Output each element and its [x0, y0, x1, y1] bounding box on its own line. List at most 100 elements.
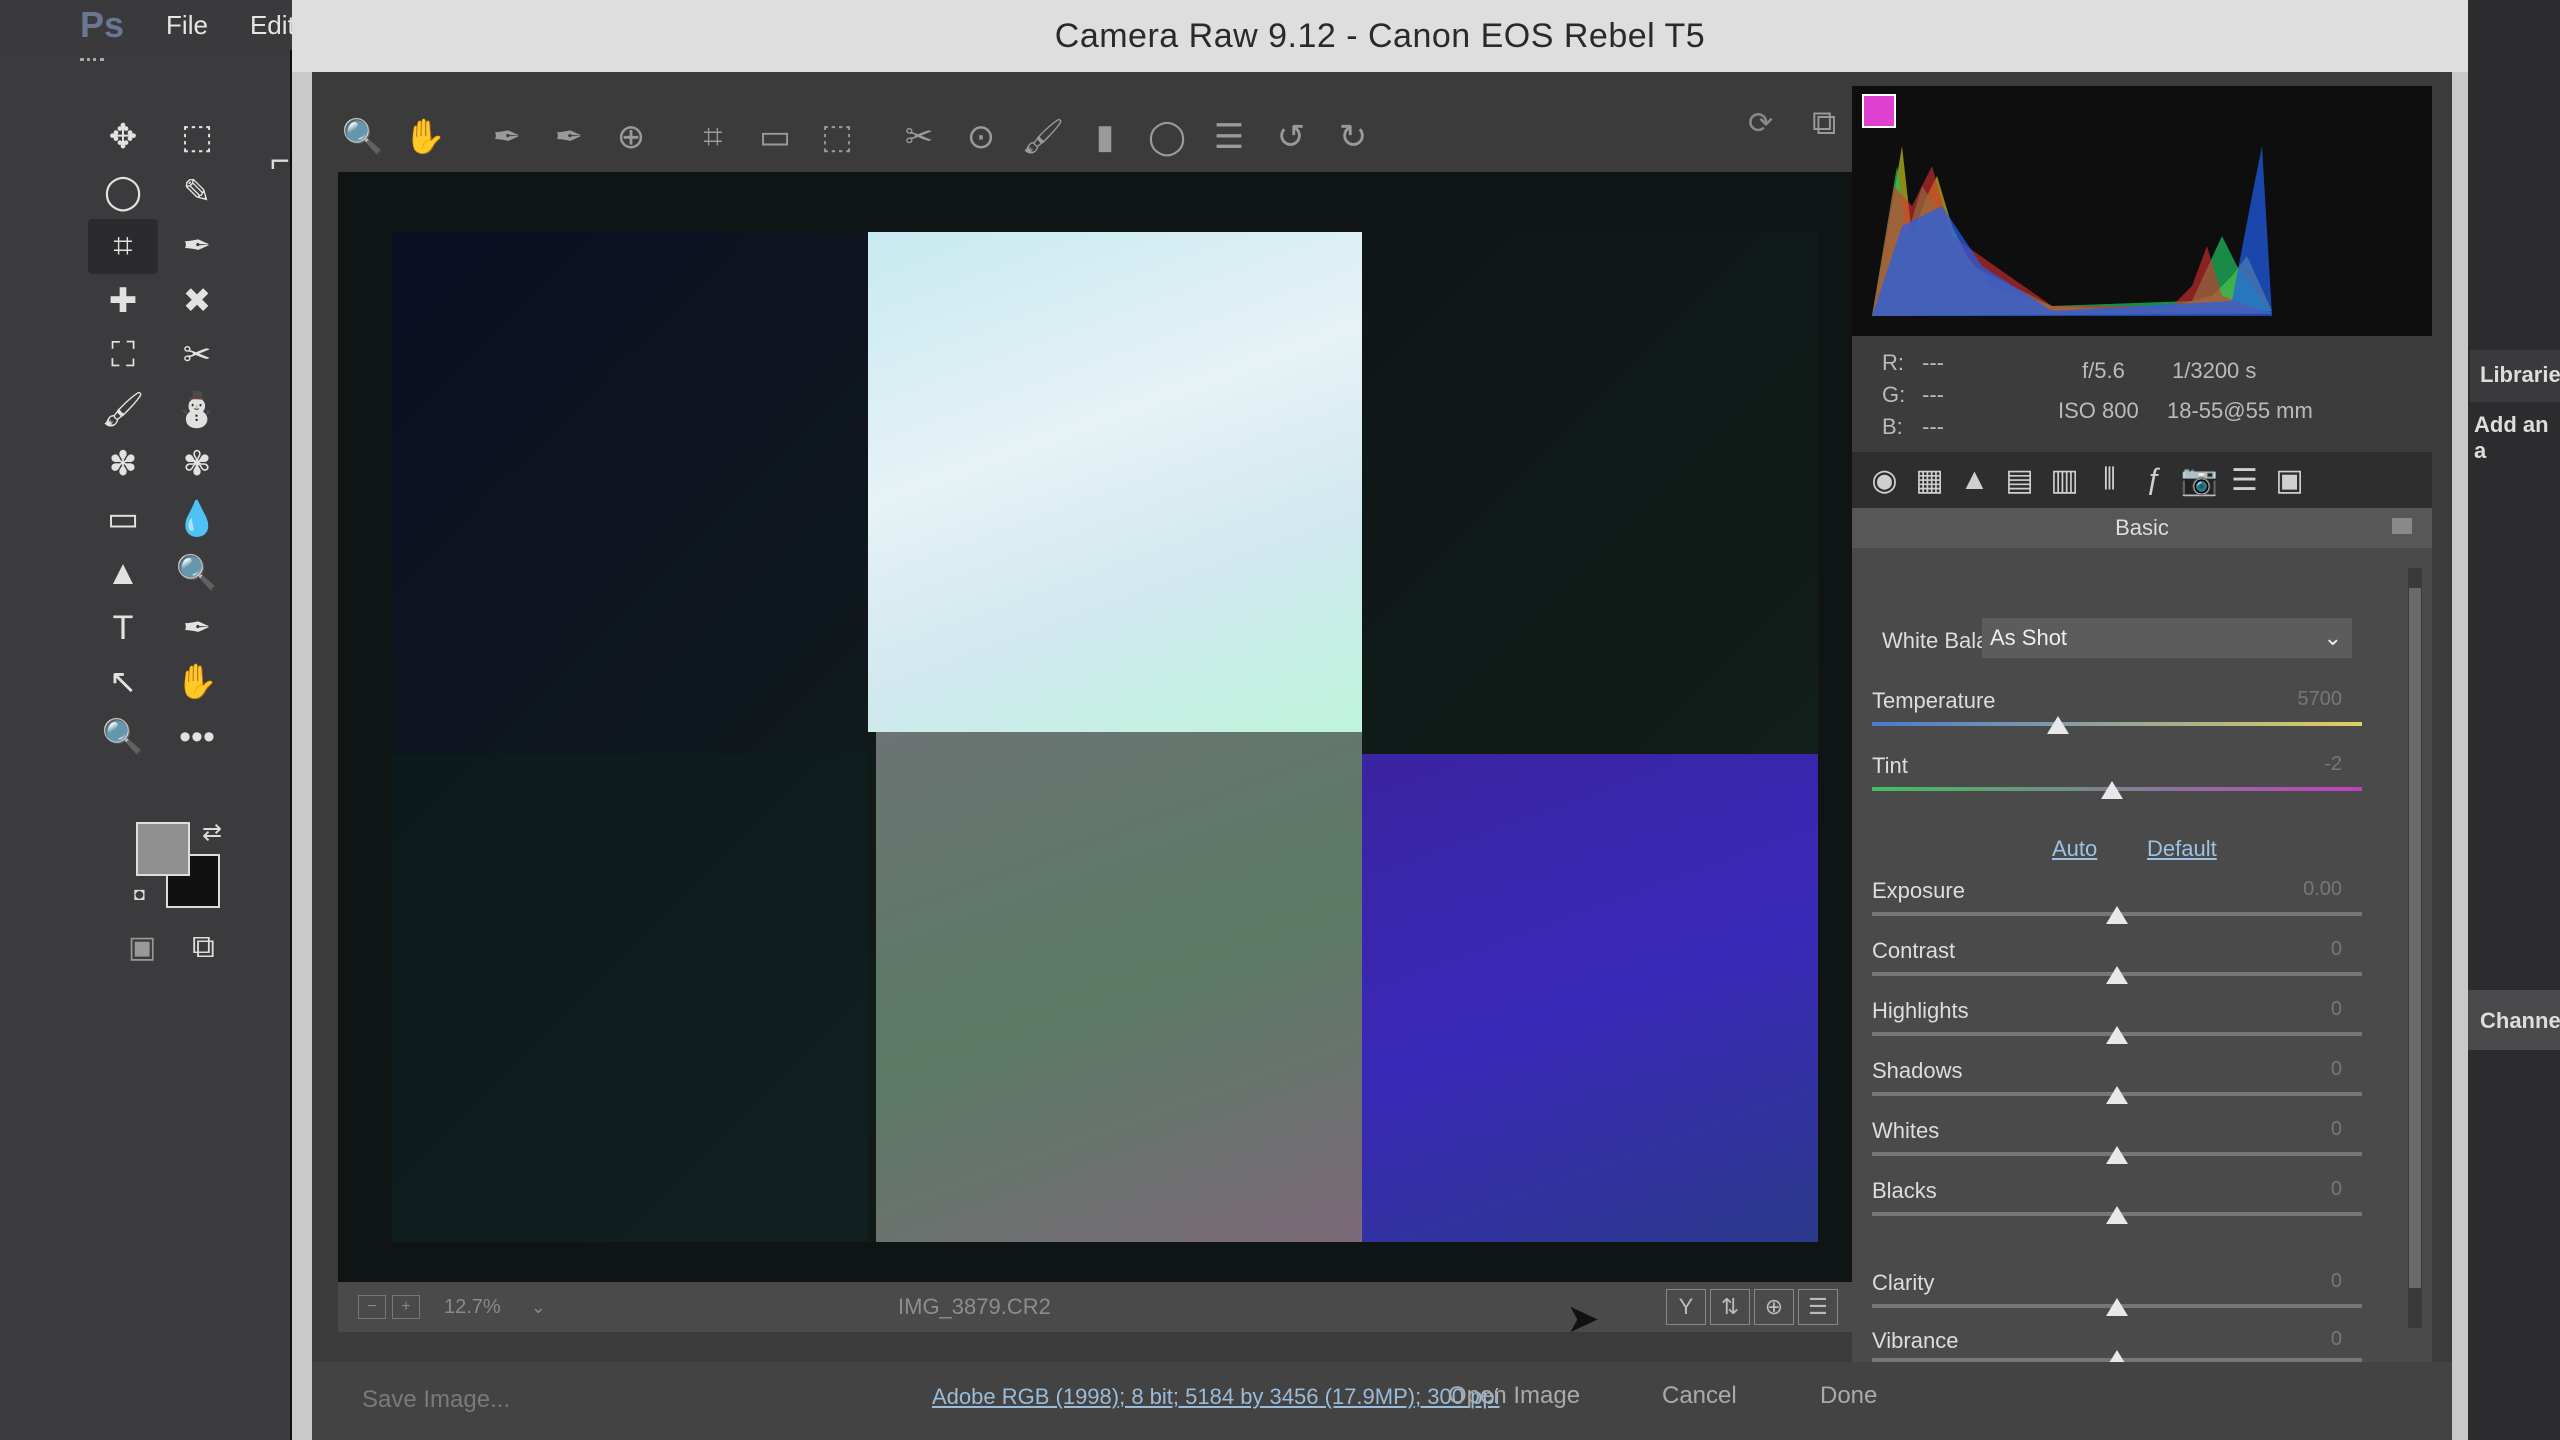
workflow-options-link[interactable]: Adobe RGB (1998); 8 bit; 5184 by 3456 (1…: [932, 1384, 1499, 1410]
slider-value[interactable]: 5700: [2298, 688, 2343, 711]
whites-slider[interactable]: Whites 0: [1872, 1118, 2362, 1178]
slider-value[interactable]: 0: [2331, 1328, 2342, 1351]
highlights-slider[interactable]: Highlights 0: [1872, 998, 2362, 1058]
color-sampler-icon[interactable]: ✒: [538, 117, 600, 157]
menu-file[interactable]: File: [166, 10, 208, 41]
slider-thumb[interactable]: [2106, 1026, 2128, 1044]
slider-value[interactable]: 0: [2331, 938, 2342, 961]
quick-selection-tool-icon[interactable]: ✎: [162, 165, 232, 220]
exposure-slider[interactable]: Exposure 0.00: [1872, 878, 2362, 938]
basic-tab-icon[interactable]: ◉: [1862, 463, 1907, 498]
copy-settings-icon[interactable]: ⊕: [1754, 1289, 1794, 1325]
zoom-dropdown-icon[interactable]: ⌄: [531, 1297, 546, 1318]
slider-value[interactable]: 0.00: [2303, 878, 2342, 901]
healing-brush-tool-icon[interactable]: ✚: [88, 274, 158, 329]
sharpen-tool-icon[interactable]: ▲: [88, 546, 158, 601]
sync-icon[interactable]: ⟳: [1748, 106, 1773, 141]
panel-scrollbar[interactable]: [2408, 568, 2422, 1328]
path-selection-tool-icon[interactable]: ↖: [88, 655, 158, 710]
rotate-right-icon[interactable]: ↻: [1322, 117, 1384, 157]
move-tool-icon[interactable]: ✥: [88, 110, 158, 165]
before-after-toggle-icon[interactable]: Y: [1666, 1289, 1706, 1325]
dodge-tool-icon[interactable]: 🔍: [162, 546, 232, 601]
slider-thumb[interactable]: [2106, 906, 2128, 924]
detail-tab-icon[interactable]: ▲: [1952, 463, 1997, 497]
slider-value[interactable]: 0: [2331, 998, 2342, 1021]
straighten-icon[interactable]: ▭: [744, 117, 806, 157]
swap-before-after-icon[interactable]: ⇅: [1710, 1289, 1750, 1325]
toolbar-grip[interactable]: [80, 58, 104, 67]
transform-icon[interactable]: ⬚: [806, 117, 868, 157]
shadows-slider[interactable]: Shadows 0: [1872, 1058, 2362, 1118]
split-toning-tab-icon[interactable]: ▥: [2042, 463, 2087, 498]
swap-colors-icon[interactable]: ⇄: [202, 818, 222, 847]
channels-tab[interactable]: Channels: [2480, 1008, 2560, 1034]
clarity-slider[interactable]: Clarity 0: [1872, 1270, 2362, 1330]
zoom-out-button[interactable]: −: [358, 1295, 386, 1319]
slider-thumb[interactable]: [2047, 716, 2070, 734]
eraser-tool-icon[interactable]: ✾: [162, 437, 232, 492]
snapshots-tab-icon[interactable]: ▣: [2267, 463, 2312, 498]
marquee-tool-icon[interactable]: ⬚: [162, 110, 232, 165]
type-tool-icon[interactable]: T: [88, 601, 158, 656]
frame-tool-icon[interactable]: ⛶: [88, 328, 158, 383]
lens-corrections-tab-icon[interactable]: ⦀: [2087, 463, 2132, 497]
camera-calibration-tab-icon[interactable]: 📷: [2177, 463, 2222, 498]
slider-thumb[interactable]: [2106, 1146, 2128, 1164]
blacks-slider[interactable]: Blacks 0: [1872, 1178, 2362, 1238]
toggle-settings-icon[interactable]: ☰: [1798, 1289, 1838, 1325]
lasso-tool-icon[interactable]: ◯: [88, 165, 158, 220]
slider-value[interactable]: 0: [2331, 1178, 2342, 1201]
rotate-left-icon[interactable]: ↺: [1260, 117, 1322, 157]
options-crop-icon[interactable]: ⌐: [270, 142, 290, 181]
presets-tab-icon[interactable]: ☰: [2222, 463, 2267, 498]
brush-tool-icon[interactable]: 🖌: [88, 383, 158, 438]
effects-tab-icon[interactable]: ƒ: [2132, 463, 2177, 497]
panel-menu-icon[interactable]: [2392, 518, 2412, 534]
eyedropper-tool-icon[interactable]: ✒: [162, 219, 232, 274]
done-button[interactable]: Done: [1820, 1382, 1877, 1410]
crop-icon[interactable]: ⌗: [682, 118, 744, 157]
radial-filter-icon[interactable]: ◯: [1136, 117, 1198, 157]
white-balance-icon[interactable]: ✒: [476, 117, 538, 157]
libraries-tab[interactable]: Libraries: [2470, 350, 2560, 402]
zoom-icon[interactable]: 🔍: [332, 117, 394, 157]
slider-thumb[interactable]: [2106, 966, 2128, 984]
tone-curve-tab-icon[interactable]: ▦: [1907, 463, 1952, 498]
slider-thumb[interactable]: [2106, 1086, 2128, 1104]
preferences-icon[interactable]: ☰: [1198, 117, 1260, 157]
clone-stamp-tool-icon[interactable]: ⛄: [162, 383, 232, 438]
tint-slider[interactable]: Tint -2: [1872, 753, 2362, 813]
cancel-button[interactable]: Cancel: [1662, 1382, 1737, 1410]
white-balance-select[interactable]: As Shot ⌄: [1982, 618, 2352, 658]
default-colors-icon[interactable]: ◘: [134, 884, 145, 905]
screen-mode-icon[interactable]: ⧉: [192, 928, 215, 966]
foreground-color-swatch[interactable]: [136, 822, 190, 876]
slider-value[interactable]: 0: [2331, 1270, 2342, 1293]
red-eye-icon[interactable]: ⊙: [950, 117, 1012, 157]
slider-thumb[interactable]: [2101, 781, 2124, 799]
blur-tool-icon[interactable]: 💧: [162, 492, 232, 547]
zoom-tool-icon[interactable]: 🔍: [88, 710, 158, 765]
scrollbar-thumb[interactable]: [2409, 588, 2421, 1288]
history-brush-tool-icon[interactable]: ✽: [88, 437, 158, 492]
fullscreen-toggle-icon[interactable]: ⧉: [1812, 104, 1836, 143]
contrast-slider[interactable]: Contrast 0: [1872, 938, 2362, 998]
crop-tool-icon[interactable]: ⌗: [88, 219, 158, 274]
slider-value[interactable]: 0: [2331, 1058, 2342, 1081]
slider-value[interactable]: -2: [2324, 753, 2342, 776]
content-aware-move-tool-icon[interactable]: ✂: [162, 328, 232, 383]
hsl-tab-icon[interactable]: ▤: [1997, 463, 2042, 498]
adjustment-brush-icon[interactable]: 🖌: [1012, 117, 1074, 157]
graduated-filter-icon[interactable]: ▮: [1074, 117, 1136, 157]
open-image-button[interactable]: Open Image: [1448, 1382, 1580, 1410]
hand-tool-icon[interactable]: ✋: [162, 655, 232, 710]
targeted-adjustment-icon[interactable]: ⊕: [600, 117, 662, 157]
image-preview[interactable]: [338, 172, 1858, 1282]
spot-removal-icon[interactable]: ✂: [888, 117, 950, 157]
menu-edit[interactable]: Edit: [250, 10, 295, 41]
gradient-tool-icon[interactable]: ▭: [88, 492, 158, 547]
patch-tool-icon[interactable]: ✖: [162, 274, 232, 329]
quick-mask-icon[interactable]: ▣: [128, 930, 156, 965]
temperature-slider[interactable]: Temperature 5700: [1872, 688, 2362, 748]
